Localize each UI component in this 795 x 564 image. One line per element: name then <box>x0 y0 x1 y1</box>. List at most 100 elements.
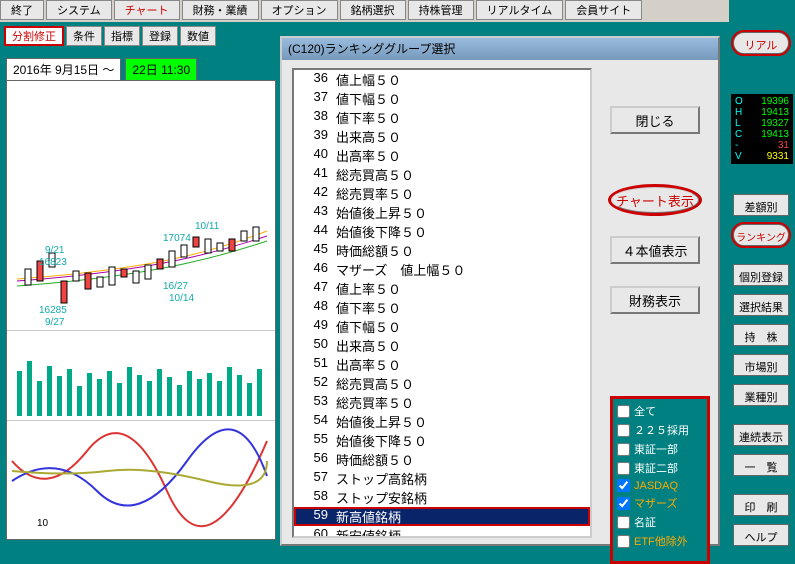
chart-show-button[interactable]: チャート表示 <box>610 186 700 214</box>
chart-annotation: 16/27 <box>163 281 188 292</box>
check-7[interactable]: ETF他除外 <box>617 533 703 549</box>
list-item-59[interactable]: 59新高値銘柄 <box>294 507 590 526</box>
sub-btn-1[interactable]: 条件 <box>66 26 102 46</box>
checkbox-2[interactable] <box>617 443 630 456</box>
checkbox-3[interactable] <box>617 462 630 475</box>
list-item-48[interactable]: 48値下率５０ <box>294 298 590 317</box>
date-bar: 2016年 9月15日 ～ 22日 11:30 <box>6 58 197 81</box>
top-menu-7[interactable]: リアルタイム <box>476 0 564 20</box>
right-column: リアル O19396H19413L19327C19413-31V9331 差額別… <box>729 0 795 554</box>
candlestick-svg <box>7 81 277 331</box>
four-values-button[interactable]: ４本値表示 <box>610 236 700 264</box>
top-menu-1[interactable]: システム <box>46 0 112 20</box>
price-row: -31 <box>733 140 791 151</box>
list-item-51[interactable]: 51出高率５０ <box>294 355 590 374</box>
market-filter-group: 全て ２２５採用東証一部東証二部 JASDAQ マザーズ名証 ETF他除外 <box>610 396 710 564</box>
checkbox-7[interactable] <box>617 535 630 548</box>
list-item-46[interactable]: 46マザーズ 値上幅５０ <box>294 260 590 279</box>
check-6[interactable]: 名証 <box>617 514 703 530</box>
price-row: H19413 <box>733 107 791 118</box>
chart-annotation: 10/14 <box>169 293 194 304</box>
top-menu-2[interactable]: チャート <box>114 0 180 20</box>
right-btn-2[interactable]: 個別登録 <box>733 264 789 286</box>
top-menu-6[interactable]: 持株管理 <box>408 0 474 20</box>
chart-candlestick: 9/2116823162859/2710/111707416/2710/14 <box>7 81 275 331</box>
date-from[interactable]: 2016年 9月15日 ～ <box>6 58 121 81</box>
chart-annotation: 9/21 <box>45 245 64 256</box>
list-item-49[interactable]: 49値下幅５０ <box>294 317 590 336</box>
close-button[interactable]: 閉じる <box>610 106 700 134</box>
financial-button[interactable]: 財務表示 <box>610 286 700 314</box>
sub-btn-4[interactable]: 数値 <box>180 26 216 46</box>
list-item-44[interactable]: 44始値後下降５０ <box>294 222 590 241</box>
ranking-list[interactable]: 36値上幅５０37値下幅５０38値下率５０39出来高５０40出高率５０41総売買… <box>292 68 592 538</box>
list-item-52[interactable]: 52総売買高５０ <box>294 374 590 393</box>
price-row: V9331 <box>733 151 791 162</box>
price-row: L19327 <box>733 118 791 129</box>
right-btn-8[interactable]: 一 覧 <box>733 454 789 476</box>
list-item-45[interactable]: 45時価総額５０ <box>294 241 590 260</box>
chart-indicator: 10 <box>7 421 275 531</box>
check-3[interactable]: 東証二部 <box>617 460 703 476</box>
list-item-55[interactable]: 55始値後下降５０ <box>294 431 590 450</box>
list-item-39[interactable]: 39出来高５０ <box>294 127 590 146</box>
list-item-47[interactable]: 47値上率５０ <box>294 279 590 298</box>
checkbox-1[interactable] <box>617 424 630 437</box>
checkbox-4[interactable] <box>617 479 630 492</box>
chart-annotation: 17074 <box>163 233 191 244</box>
top-menu-4[interactable]: オプション <box>261 0 338 20</box>
list-item-57[interactable]: 57ストップ高銘柄 <box>294 469 590 488</box>
x-axis-label: 10 <box>37 518 48 529</box>
real-button[interactable]: リアル <box>733 32 789 54</box>
sub-btn-2[interactable]: 指標 <box>104 26 140 46</box>
price-box: O19396H19413L19327C19413-31V9331 <box>731 94 793 164</box>
check-2[interactable]: 東証一部 <box>617 441 703 457</box>
list-item-37[interactable]: 37値下幅５０ <box>294 89 590 108</box>
list-item-43[interactable]: 43始値後上昇５０ <box>294 203 590 222</box>
check-5[interactable]: マザーズ <box>617 495 703 511</box>
check-1[interactable]: ２２５採用 <box>617 422 703 438</box>
sub-btn-0[interactable]: 分割修正 <box>4 26 64 46</box>
chart-annotation: 16285 <box>39 305 67 316</box>
right-btn-3[interactable]: 選択結果 <box>733 294 789 316</box>
top-menu-8[interactable]: 会員サイト <box>565 0 642 20</box>
top-menu-5[interactable]: 銘柄選択 <box>340 0 406 20</box>
check-4[interactable]: JASDAQ <box>617 479 703 492</box>
list-item-53[interactable]: 53総売買率５０ <box>294 393 590 412</box>
list-item-50[interactable]: 50出来高５０ <box>294 336 590 355</box>
ranking-group-dialog: (C120)ランキンググループ選択 36値上幅５０37値下幅５０38値下率５０3… <box>280 36 720 546</box>
right-btn-4[interactable]: 持 株 <box>733 324 789 346</box>
list-item-58[interactable]: 58ストップ安銘柄 <box>294 488 590 507</box>
checkbox-5[interactable] <box>617 497 630 510</box>
right-btn-10[interactable]: ヘルプ <box>733 524 789 546</box>
list-item-56[interactable]: 56時価総額５０ <box>294 450 590 469</box>
right-btn-6[interactable]: 業種別 <box>733 384 789 406</box>
list-item-60[interactable]: 60新安値銘柄 <box>294 526 590 538</box>
price-row: C19413 <box>733 129 791 140</box>
chart-annotation: 9/27 <box>45 317 64 328</box>
right-btn-1[interactable]: ランキング <box>733 224 789 246</box>
right-btn-0[interactable]: 差額別 <box>733 194 789 216</box>
date-to[interactable]: 22日 11:30 <box>125 58 197 81</box>
list-item-38[interactable]: 38値下率５０ <box>294 108 590 127</box>
dialog-title: (C120)ランキンググループ選択 <box>282 38 718 60</box>
checkbox-0[interactable] <box>617 405 630 418</box>
check-0[interactable]: 全て <box>617 403 703 419</box>
chart-area: 9/2116823162859/2710/111707416/2710/14 <box>6 80 276 540</box>
indicator-svg <box>7 421 277 531</box>
checkbox-6[interactable] <box>617 516 630 529</box>
right-btn-7[interactable]: 連続表示 <box>733 424 789 446</box>
sub-toolbar: 分割修正条件指標登録数値 <box>4 26 216 48</box>
list-item-42[interactable]: 42総売買率５０ <box>294 184 590 203</box>
top-menu-0[interactable]: 終了 <box>0 0 44 20</box>
list-item-54[interactable]: 54始値後上昇５０ <box>294 412 590 431</box>
sub-btn-3[interactable]: 登録 <box>142 26 178 46</box>
right-btn-9[interactable]: 印 刷 <box>733 494 789 516</box>
list-item-36[interactable]: 36値上幅５０ <box>294 70 590 89</box>
top-menu-3[interactable]: 財務・業績 <box>182 0 259 20</box>
chart-annotation: 16823 <box>39 257 67 268</box>
list-item-40[interactable]: 40出高率５０ <box>294 146 590 165</box>
right-btn-5[interactable]: 市場別 <box>733 354 789 376</box>
list-item-41[interactable]: 41総売買高５０ <box>294 165 590 184</box>
chart-volume <box>7 331 275 421</box>
